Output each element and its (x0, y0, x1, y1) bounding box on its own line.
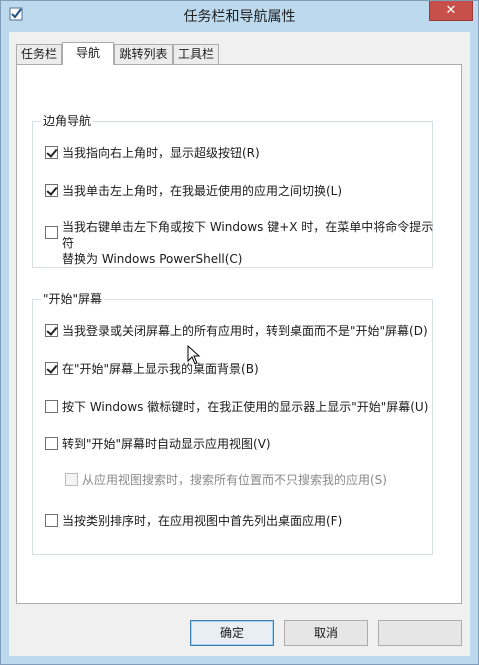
tab-taskbar[interactable]: 任务栏 (16, 44, 62, 64)
corner-navigation-title: 边角导航 (41, 113, 94, 129)
checkbox[interactable] (45, 226, 58, 239)
start-screen-title: "开始"屏幕 (41, 291, 105, 307)
navigation-panel: 边角导航 当我指向右上角时，显示超级按钮(R) 当我单击左上角时，在我最近使用的… (16, 64, 462, 604)
start-screen-group: "开始"屏幕 当我登录或关闭屏幕上的所有应用时，转到桌面而不是"开始"屏幕(D)… (32, 291, 433, 555)
option-go-to-desktop[interactable]: 当我登录或关闭屏幕上的所有应用时，转到桌面而不是"开始"屏幕(D) (45, 323, 445, 339)
option-auto-show-apps-view[interactable]: 转到"开始"屏幕时自动显示应用视图(V) (45, 436, 445, 452)
option-label-line1: 当我右键单击左下角或按下 Windows 键+X 时，在菜单中将命令提示符 (62, 220, 434, 250)
option-label: 从应用视图搜索时，搜索所有位置而不只搜索我的应用(S) (82, 473, 387, 487)
mouse-cursor-icon (187, 345, 201, 365)
option-label: 当我单击左上角时，在我最近使用的应用之间切换(L) (62, 184, 343, 198)
option-search-everywhere: 从应用视图搜索时，搜索所有位置而不只搜索我的应用(S) (65, 472, 465, 488)
option-show-start-on-current-display[interactable]: 按下 Windows 徽标键时，在我正使用的显示器上显示"开始"屏幕(U) (45, 399, 445, 415)
dialog-window: 任务栏和导航属性 ✕ 任务栏 导航 跳转列表 工具栏 边角导航 当我指向右上角时… (0, 0, 479, 665)
option-switch-apps-top-left[interactable]: 当我单击左上角时，在我最近使用的应用之间切换(L) (45, 183, 445, 199)
option-replace-with-powershell[interactable]: 当我右键单击左下角或按下 Windows 键+X 时，在菜单中将命令提示符 替换… (45, 219, 445, 267)
cancel-button[interactable]: 取消 (284, 620, 368, 646)
checkbox-disabled (65, 473, 78, 486)
close-button[interactable]: ✕ (429, 1, 473, 21)
option-label: 按下 Windows 徽标键时，在我正使用的显示器上显示"开始"屏幕(U) (62, 400, 429, 414)
option-label: 在"开始"屏幕上显示我的桌面背景(B) (62, 362, 259, 376)
option-label: 转到"开始"屏幕时自动显示应用视图(V) (62, 437, 271, 451)
option-label: 当我登录或关闭屏幕上的所有应用时，转到桌面而不是"开始"屏幕(D) (62, 324, 428, 338)
title-bar[interactable]: 任务栏和导航属性 ✕ (1, 1, 478, 31)
checkbox[interactable] (45, 400, 58, 413)
checkbox[interactable] (45, 437, 58, 450)
tab-toolbars[interactable]: 工具栏 (173, 44, 219, 64)
window-title: 任务栏和导航属性 (183, 9, 296, 25)
dialog-client: 任务栏 导航 跳转列表 工具栏 边角导航 当我指向右上角时，显示超级按钮(R) … (9, 32, 470, 656)
checkbox[interactable] (45, 146, 58, 159)
option-label-line2: 替换为 Windows PowerShell(C) (62, 252, 243, 266)
checkbox[interactable] (45, 184, 58, 197)
checkbox[interactable] (45, 324, 58, 337)
ok-button[interactable]: 确定 (190, 620, 274, 646)
option-charms-top-right[interactable]: 当我指向右上角时，显示超级按钮(R) (45, 145, 445, 161)
tab-jump-lists[interactable]: 跳转列表 (114, 44, 173, 64)
checkbox[interactable] (45, 362, 58, 375)
option-list-desktop-apps-first[interactable]: 当按类别排序时，在应用视图中首先列出桌面应用(F) (45, 513, 445, 529)
tab-navigation[interactable]: 导航 (62, 42, 114, 65)
option-show-desktop-background[interactable]: 在"开始"屏幕上显示我的桌面背景(B) (45, 361, 445, 377)
option-label: 当我指向右上角时，显示超级按钮(R) (62, 146, 260, 160)
apply-button[interactable] (378, 620, 462, 646)
option-label: 当按类别排序时，在应用视图中首先列出桌面应用(F) (62, 514, 343, 528)
checkbox[interactable] (45, 514, 58, 527)
corner-navigation-group: 边角导航 当我指向右上角时，显示超级按钮(R) 当我单击左上角时，在我最近使用的… (32, 113, 433, 268)
